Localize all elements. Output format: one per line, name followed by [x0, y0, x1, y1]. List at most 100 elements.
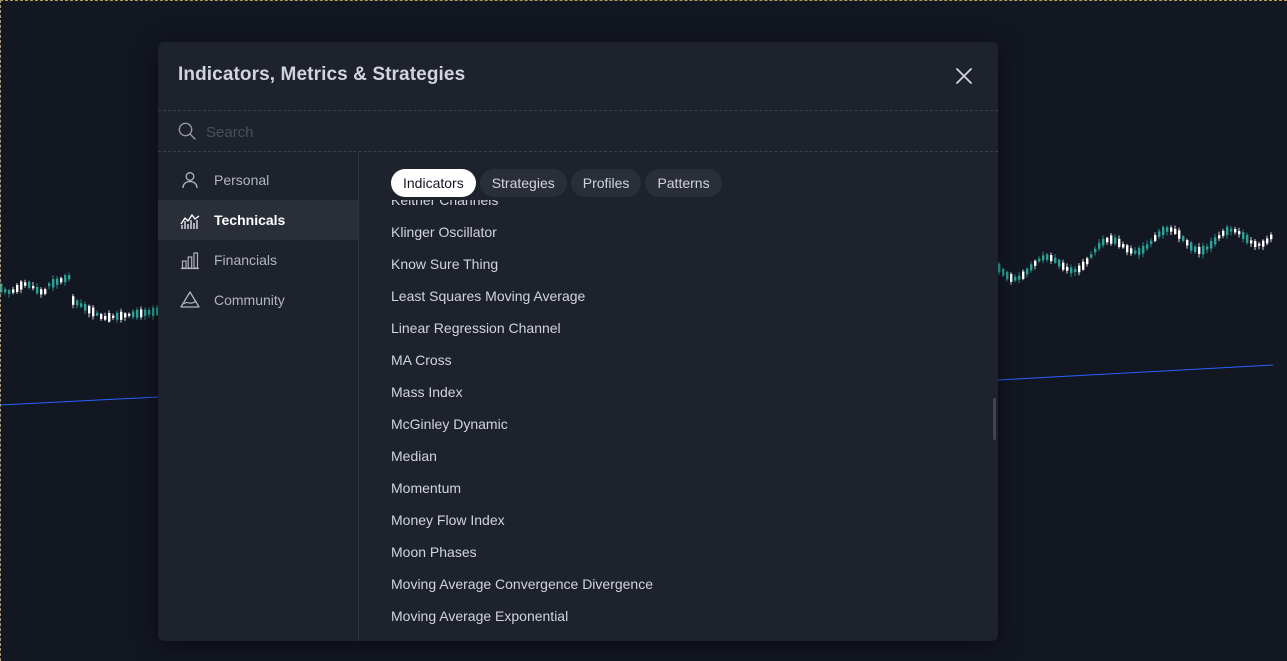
candles-left [0, 272, 159, 323]
candle-body [24, 282, 27, 286]
candle-body [1014, 276, 1017, 281]
candle-body [1090, 254, 1093, 258]
type-tabs: Indicators Strategies Profiles Patterns [391, 169, 722, 197]
search-input[interactable] [204, 119, 968, 145]
candle-body [1006, 271, 1009, 280]
indicator-list-item[interactable]: Moving Average Exponential [391, 600, 653, 632]
candle-body [1162, 226, 1165, 236]
candle-body [1174, 228, 1177, 234]
candle-body [1146, 244, 1149, 249]
candle-body [1138, 248, 1141, 256]
candle-body [1222, 230, 1225, 236]
candle-body [124, 313, 127, 318]
indicator-list-item[interactable]: Momentum [391, 472, 653, 504]
tab-patterns[interactable]: Patterns [645, 169, 722, 197]
candle-body [60, 278, 63, 283]
search-icon [178, 122, 196, 140]
indicator-list-item[interactable]: Moving Average Convergence Divergence [391, 568, 653, 600]
candle-body [1110, 235, 1113, 244]
close-button[interactable] [952, 64, 976, 88]
candle-body [1022, 271, 1025, 279]
app-stage: Indicators, Metrics & Strategies Persona… [0, 0, 1287, 661]
indicator-content: Indicators Strategies Profiles Patterns … [359, 152, 998, 641]
candle-body [1190, 242, 1193, 251]
candle-body [1018, 275, 1021, 280]
indicator-list-item[interactable]: MA Cross [391, 344, 653, 376]
candle-body [1118, 238, 1121, 247]
indicator-list-item[interactable]: Median [391, 440, 653, 472]
candle-body [152, 307, 155, 316]
candle-body [1226, 226, 1229, 236]
trend-line-left [0, 396, 159, 406]
candle-body [998, 263, 1001, 273]
candle-body [1098, 242, 1101, 249]
candle-body [1166, 227, 1169, 232]
candle-body [20, 281, 23, 290]
candle-body [140, 309, 143, 318]
indicator-list-item[interactable]: Linear Regression Channel [391, 312, 653, 344]
indicator-list-item[interactable]: Moon Phases [391, 536, 653, 568]
candle-body [108, 313, 111, 322]
sidebar-item-technicals[interactable]: Technicals [158, 200, 358, 240]
candle-body [1242, 232, 1245, 240]
candle-body [1250, 240, 1253, 244]
candle-body [1186, 240, 1189, 246]
candle-body [1202, 245, 1205, 255]
candle-body [16, 284, 19, 292]
candle-body [1070, 267, 1073, 274]
candle-body [1046, 254, 1049, 260]
candle-body [1170, 227, 1173, 232]
candle-body [48, 283, 51, 287]
sidebar-item-label: Financials [214, 252, 278, 268]
candle-body [1126, 245, 1129, 253]
sidebar-item-label: Technicals [214, 212, 286, 228]
candle-body [72, 296, 75, 305]
candle-body [1042, 255, 1045, 261]
candle-body [1258, 243, 1261, 246]
search-bar [158, 111, 998, 152]
candle-body [80, 303, 83, 307]
dialog-header: Indicators, Metrics & Strategies [158, 42, 998, 111]
candle-body [8, 290, 11, 294]
candle-body [1134, 250, 1137, 254]
sidebar-item-community[interactable]: Community [158, 280, 358, 320]
selection-border-left [0, 0, 1, 661]
indicator-list-item[interactable]: McGinley Dynamic [391, 408, 653, 440]
indicator-list-item[interactable]: Mass Index [391, 376, 653, 408]
candle-body [1198, 246, 1201, 254]
candle-body [76, 300, 79, 306]
candle-body [132, 311, 135, 318]
candle-body [1002, 268, 1005, 276]
candle-body [1054, 257, 1057, 263]
indicator-list-item[interactable]: Keltner Channels [391, 200, 653, 216]
indicator-list-item[interactable]: Klinger Oscillator [391, 216, 653, 248]
candle-body [1158, 231, 1161, 237]
candle-body [120, 311, 123, 320]
candle-body [1066, 266, 1069, 271]
candle-body [1102, 238, 1105, 246]
tab-indicators[interactable]: Indicators [391, 169, 476, 197]
tab-strategies[interactable]: Strategies [479, 169, 567, 197]
sidebar-item-label: Personal [214, 172, 270, 188]
candle-body [1030, 264, 1033, 271]
candle-body [112, 315, 115, 319]
candle-body [40, 289, 43, 295]
close-icon[interactable] [952, 64, 976, 88]
candle-body [1086, 258, 1089, 265]
indicator-list-item[interactable]: Money Flow Index [391, 504, 653, 536]
tab-profiles[interactable]: Profiles [570, 169, 642, 197]
candle-body [1062, 262, 1065, 270]
sidebar-item-personal[interactable]: Personal [158, 160, 358, 200]
indicator-list-item[interactable]: Least Squares Moving Average [391, 280, 653, 312]
candle-body [1050, 254, 1053, 262]
candle-body [88, 305, 91, 314]
trend-line-right [997, 364, 1274, 381]
list-scrollbar[interactable] [993, 398, 996, 440]
sidebar-item-financials[interactable]: Financials [158, 240, 358, 280]
candle-body [1214, 237, 1217, 245]
candle-body [1178, 230, 1181, 239]
indicator-list-item[interactable]: Know Sure Thing [391, 248, 653, 280]
candle-body [64, 275, 67, 283]
candle-body [1034, 260, 1037, 266]
candle-body [1038, 258, 1041, 262]
